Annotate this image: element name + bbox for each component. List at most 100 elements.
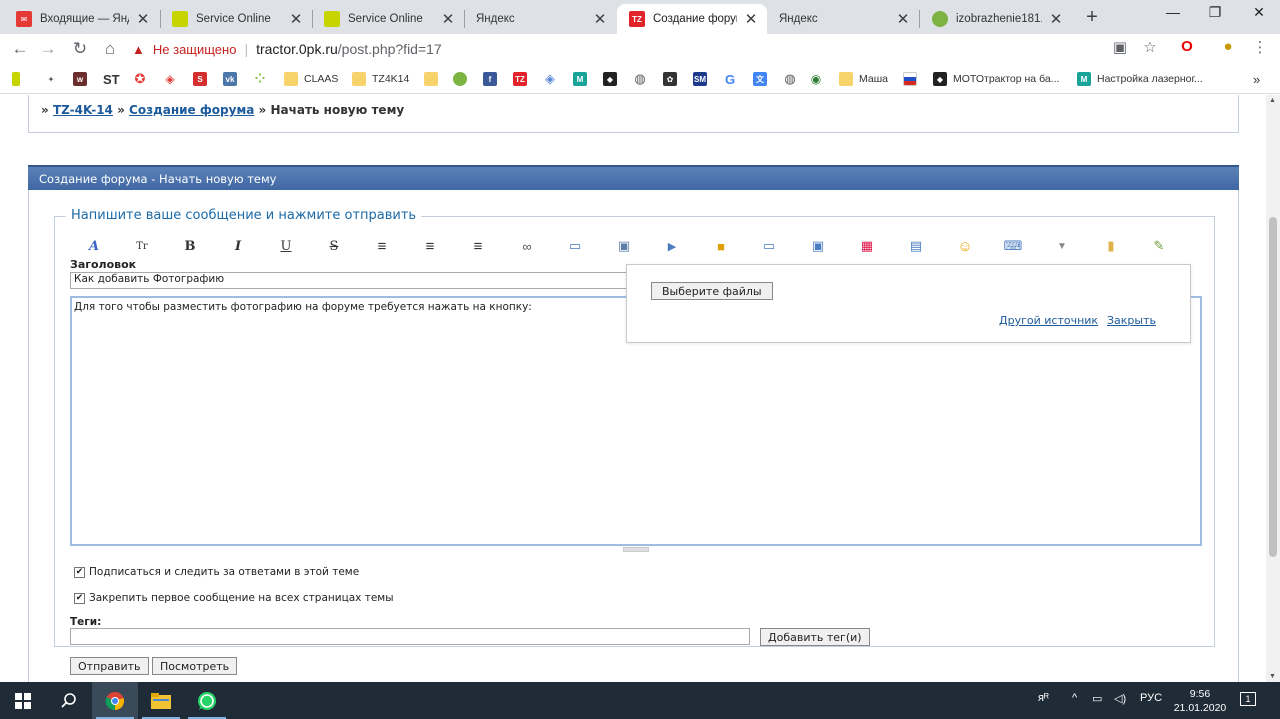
file-explorer-icon[interactable] xyxy=(138,682,184,719)
underline-icon[interactable]: U xyxy=(275,237,297,255)
bookmark-item[interactable]: ◈ xyxy=(163,71,177,87)
cast-icon[interactable]: ▣ xyxy=(1110,38,1130,56)
chevron-up-icon[interactable]: ^ xyxy=(1072,692,1077,704)
back-icon[interactable]: ← xyxy=(10,39,30,59)
whatsapp-icon[interactable] xyxy=(184,682,230,719)
bold-icon[interactable]: B xyxy=(179,237,201,255)
search-icon[interactable] xyxy=(46,682,92,719)
bookmark-item[interactable]: ✪ xyxy=(133,71,147,87)
language-indicator[interactable]: РУС xyxy=(1140,692,1162,704)
font-color-icon[interactable]: A xyxy=(83,237,105,255)
bookmark-folder[interactable] xyxy=(424,71,438,87)
opera-icon[interactable]: O xyxy=(1177,38,1197,55)
scrollbar-thumb[interactable] xyxy=(1269,217,1277,557)
chrome-icon[interactable] xyxy=(92,682,138,719)
bookmark-item[interactable] xyxy=(453,71,467,87)
preview-button[interactable]: Посмотреть xyxy=(152,657,238,675)
clock[interactable]: 9:56 21.01.2020 xyxy=(1170,687,1230,715)
bookmark-item[interactable]: S xyxy=(193,71,207,87)
dropdown-icon[interactable]: ▼ xyxy=(1051,237,1073,255)
breadcrumb-link-create-forum[interactable]: Создание форума xyxy=(129,103,254,117)
pin-option[interactable]: ✔ Закрепить первое сообщение на всех стр… xyxy=(74,592,394,604)
submit-button[interactable]: Отправить xyxy=(70,657,149,675)
bookmark-item[interactable]: ◉ xyxy=(809,71,823,87)
bookmark-folder-tz4k14[interactable]: TZ4K14 xyxy=(352,71,409,87)
bookmark-mototraktor[interactable]: ◆ МОТОтрактор на ба... xyxy=(933,71,1059,87)
video-icon[interactable]: ▶ xyxy=(661,237,683,255)
bookmarks-more-button[interactable]: » xyxy=(1253,71,1260,87)
quote-icon[interactable]: ▭ xyxy=(758,237,780,255)
lock-icon[interactable]: ■ xyxy=(710,237,732,255)
keyboard-icon[interactable]: ⌨ xyxy=(1002,237,1024,255)
bookmark-item[interactable]: w xyxy=(73,71,87,87)
bookmark-item[interactable] xyxy=(12,71,20,87)
close-icon[interactable]: ✕ xyxy=(288,10,304,28)
bookmark-item[interactable]: ◈ xyxy=(543,71,557,87)
add-tags-button[interactable]: Добавить тег(и) xyxy=(760,628,870,646)
align-left-icon[interactable]: ≡ xyxy=(371,237,393,255)
breadcrumb-link-tz4k14[interactable]: TZ-4K-14 xyxy=(53,103,113,117)
bookmark-item[interactable]: TZ xyxy=(513,71,527,87)
align-center-icon[interactable]: ≡ xyxy=(419,237,441,255)
bookmark-item[interactable]: ◍ xyxy=(633,71,647,87)
bookmark-folder-masha[interactable]: Маша xyxy=(839,71,888,87)
reload-icon[interactable]: ↻ xyxy=(70,39,90,59)
bookmark-item[interactable]: ST xyxy=(103,71,120,87)
warning-icon[interactable]: ▲ xyxy=(132,42,145,57)
code-icon[interactable]: ▣ xyxy=(807,237,829,255)
bookmark-item[interactable] xyxy=(903,71,917,87)
bookmark-item[interactable]: ◆ xyxy=(603,71,617,87)
bookmark-item[interactable]: ⁘ xyxy=(253,71,267,87)
title-input[interactable]: Как добавить Фотографию xyxy=(70,272,630,289)
menu-icon[interactable]: ⋮ xyxy=(1250,38,1270,56)
address-bar[interactable]: ▲ Не защищено | tractor.0pk.ru /post.php… xyxy=(132,37,1172,61)
scroll-up-icon[interactable]: ▲ xyxy=(1269,97,1276,104)
bookmark-item[interactable]: ✦ xyxy=(44,71,58,87)
minimize-button[interactable]: — xyxy=(1158,4,1188,20)
bookmark-item[interactable]: ✿ xyxy=(663,71,677,87)
forward-icon[interactable]: → xyxy=(38,39,58,59)
tags-input[interactable] xyxy=(70,628,750,645)
close-popup-link[interactable]: Закрыть xyxy=(1107,314,1156,327)
bookmark-item[interactable]: vk xyxy=(223,71,237,87)
bookmark-item[interactable]: SM xyxy=(693,71,707,87)
close-icon[interactable]: ✕ xyxy=(440,10,456,28)
link-icon[interactable]: ∞ xyxy=(516,237,538,255)
image-icon[interactable]: ▣ xyxy=(613,237,635,255)
restore-button[interactable]: ❐ xyxy=(1200,4,1230,21)
home-icon[interactable]: ⌂ xyxy=(100,39,120,59)
new-tab-button[interactable]: + xyxy=(1082,6,1102,29)
bookmark-folder-claas[interactable]: CLAAS xyxy=(284,71,338,87)
close-icon[interactable]: ✕ xyxy=(895,10,911,28)
bookmark-item[interactable]: M xyxy=(573,71,587,87)
font-size-icon[interactable]: Tr xyxy=(131,237,153,255)
close-icon[interactable]: ✕ xyxy=(1048,10,1064,28)
user-icon[interactable]: ᴙᴿ xyxy=(1038,692,1049,704)
window-close-button[interactable]: ✕ xyxy=(1244,4,1274,21)
notifications-icon[interactable]: 1 xyxy=(1240,692,1256,706)
tab-service-online-1[interactable]: Service Online ✕ xyxy=(160,4,312,34)
book-icon[interactable]: ▭ xyxy=(564,237,586,255)
bookmark-item[interactable]: G xyxy=(723,71,737,87)
pin-checkbox[interactable]: ✔ xyxy=(74,592,85,604)
align-right-icon[interactable]: ≡ xyxy=(467,237,489,255)
bookmark-laser[interactable]: M Настройка лазерног... xyxy=(1077,71,1203,87)
close-icon[interactable]: ✕ xyxy=(135,10,151,28)
folder-upload-icon[interactable]: ▮ xyxy=(1100,237,1122,255)
edit-icon[interactable]: ✎ xyxy=(1148,237,1170,255)
extension-icon[interactable]: ● xyxy=(1218,38,1238,55)
choose-files-button[interactable]: Выберите файлы xyxy=(651,282,773,300)
bookmark-item[interactable]: 文 xyxy=(753,71,767,87)
volume-icon[interactable]: ◁) xyxy=(1114,692,1126,705)
close-icon[interactable]: ✕ xyxy=(592,10,608,28)
tab-yandex-mail[interactable]: ✉ Входящие — Яндекс ✕ xyxy=(4,4,159,34)
tab-create-forum[interactable]: TZ Создание форума - ✕ xyxy=(617,4,767,34)
windows-start-icon[interactable] xyxy=(0,682,46,719)
subscribe-checkbox[interactable]: ✔ xyxy=(74,566,85,578)
star-icon[interactable]: ☆ xyxy=(1140,38,1160,56)
smiley-icon[interactable]: ☺ xyxy=(954,237,976,255)
insecure-label[interactable]: Не защищено xyxy=(153,42,237,57)
color-grid-icon[interactable]: ▦ xyxy=(856,237,878,255)
page-scrollbar[interactable]: ▲ ▼ xyxy=(1266,95,1280,682)
bookmark-item[interactable]: f xyxy=(483,71,497,87)
